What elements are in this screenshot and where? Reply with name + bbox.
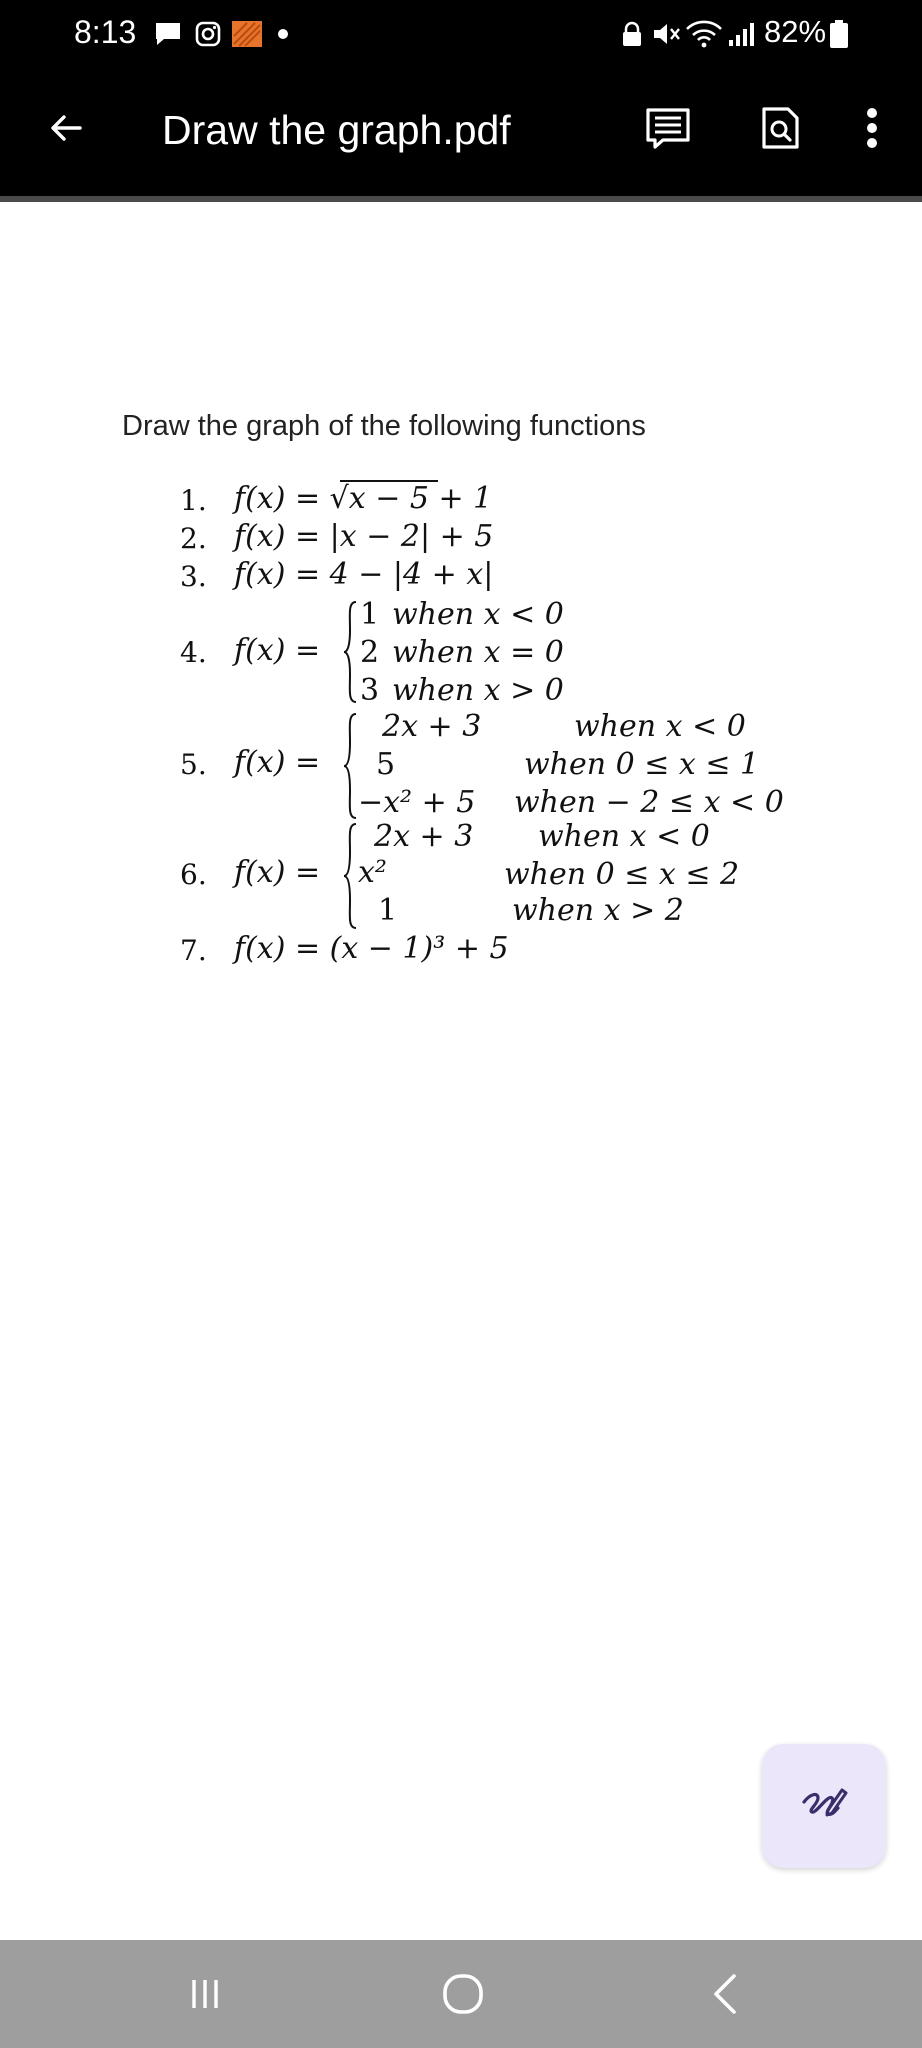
cases-brace bbox=[343, 601, 357, 703]
case-value: 2x + 3 bbox=[374, 819, 474, 854]
case-condition: when x < 0 bbox=[538, 819, 710, 854]
system-back-button[interactable] bbox=[680, 1958, 770, 2030]
item-number: 2. bbox=[180, 522, 207, 555]
case-condition: when − 2 ≤ x < 0 bbox=[514, 785, 784, 820]
function-expression: f(x) = 4 − |4 + x| bbox=[234, 557, 494, 592]
recent-apps-button[interactable] bbox=[160, 1962, 250, 2026]
app-notification-icon bbox=[230, 18, 264, 50]
more-notifications-dot-icon bbox=[276, 18, 290, 50]
item-number: 7. bbox=[180, 934, 207, 967]
arrow-left-icon bbox=[51, 115, 82, 141]
home-icon bbox=[443, 1974, 483, 2014]
case-condition: when x = 0 bbox=[392, 635, 564, 670]
secure-folder-icon bbox=[618, 18, 646, 50]
wifi-icon bbox=[684, 18, 724, 50]
case-value: 1 bbox=[360, 597, 380, 632]
cases-brace bbox=[343, 713, 357, 819]
signal-icon bbox=[726, 18, 758, 50]
instagram-notification-icon bbox=[192, 18, 224, 50]
function-lhs: f(x) = bbox=[234, 855, 321, 890]
reading-mode-icon bbox=[646, 108, 690, 149]
message-notification-icon bbox=[152, 18, 184, 50]
status-bar: 8:13 82% bbox=[0, 0, 922, 70]
case-condition: when 0 ≤ x ≤ 2 bbox=[504, 857, 740, 892]
case-condition: when x > 2 bbox=[512, 893, 684, 928]
pdf-page[interactable]: Draw the graph of the following function… bbox=[0, 202, 922, 1940]
function-expression: f(x) = (x − 1)³ + 5 bbox=[234, 931, 509, 966]
case-condition: when x < 0 bbox=[574, 709, 746, 744]
mute-icon bbox=[650, 18, 682, 50]
case-value: 2x + 3 bbox=[382, 709, 482, 744]
recent-apps-icon bbox=[192, 1980, 218, 2008]
battery-percent: 82% bbox=[764, 14, 827, 49]
case-value: 3 bbox=[360, 673, 380, 708]
app-top-bar: 8:13 82% Draw the graph.pdf bbox=[0, 0, 922, 196]
back-chevron-icon bbox=[714, 1974, 736, 2014]
document-heading: Draw the graph of the following function… bbox=[122, 410, 646, 442]
cases-brace bbox=[343, 823, 357, 929]
item-number: 6. bbox=[180, 858, 207, 891]
case-value: 5 bbox=[376, 747, 396, 782]
item-number: 4. bbox=[180, 636, 207, 669]
item-number: 5. bbox=[180, 748, 207, 781]
more-vert-icon bbox=[867, 108, 877, 148]
system-navigation-bar bbox=[0, 1940, 922, 2048]
case-value: 2 bbox=[360, 635, 380, 670]
item-number: 1. bbox=[180, 484, 207, 517]
status-time: 8:13 bbox=[74, 14, 137, 50]
case-value: 1 bbox=[378, 893, 398, 928]
case-value: −x² + 5 bbox=[358, 785, 476, 820]
function-lhs: f(x) = bbox=[234, 633, 321, 668]
function-expression: f(x) = |x − 2| + 5 bbox=[234, 519, 494, 554]
back-button[interactable] bbox=[34, 96, 98, 160]
battery-icon bbox=[826, 18, 852, 50]
item-number: 3. bbox=[180, 560, 207, 593]
case-condition: when x < 0 bbox=[392, 597, 564, 632]
case-condition: when x > 0 bbox=[392, 673, 564, 708]
case-condition: when 0 ≤ x ≤ 1 bbox=[524, 747, 760, 782]
sqrt-vinculum bbox=[340, 480, 438, 482]
document-title: Draw the graph.pdf bbox=[162, 107, 511, 153]
home-button[interactable] bbox=[418, 1958, 508, 2030]
find-in-document-icon bbox=[762, 107, 799, 149]
annotate-pen-icon bbox=[802, 1788, 848, 1817]
function-lhs: f(x) = bbox=[234, 745, 321, 780]
reading-mode-button[interactable] bbox=[640, 100, 696, 156]
find-in-document-button[interactable] bbox=[752, 100, 808, 156]
annotate-button[interactable] bbox=[762, 1744, 886, 1868]
more-options-button[interactable] bbox=[846, 100, 898, 156]
case-value: x² bbox=[358, 855, 387, 890]
